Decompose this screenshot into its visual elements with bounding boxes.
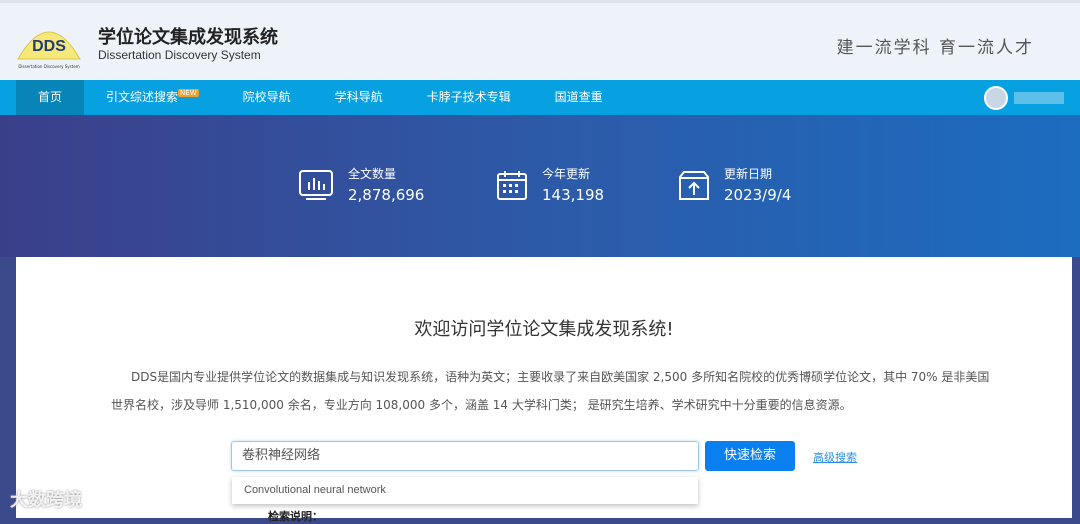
slogan: 建一流学科 育一流人才 xyxy=(836,38,1034,58)
description: DDS是国内专业提供学位论文的数据集成与知识发现系统，语种为英文；主要收录了来自… xyxy=(111,370,990,412)
bar-chart-icon xyxy=(299,169,333,200)
main-nav: 首页 引文综述搜索 NEW 院校导航 学科导航 卡脖子技术专辑 国道查重 xyxy=(0,80,1080,115)
new-badge: NEW xyxy=(178,89,199,97)
stat-value: 2,878,696 xyxy=(348,186,425,204)
stat-this-year: 今年更新 143,198 xyxy=(496,165,604,204)
nav-plagiarism-check[interactable]: 国道查重 xyxy=(533,80,625,115)
user-menu[interactable] xyxy=(984,86,1064,110)
nav-schools[interactable]: 院校导航 xyxy=(221,80,313,115)
search-help-label: 检索说明： xyxy=(268,510,323,523)
watermark: 大数跨境 xyxy=(10,490,82,511)
upload-icon xyxy=(679,170,709,200)
calendar-icon xyxy=(497,170,527,200)
stat-value: 2023/9/4 xyxy=(724,186,792,204)
dds-logo[interactable]: DDS Dissertation Discovery System xyxy=(14,15,84,71)
avatar xyxy=(984,86,1008,110)
stat-update-date: 更新日期 2023/9/4 xyxy=(678,165,791,204)
site-subtitle: Dissertation Discovery System xyxy=(98,48,261,62)
nav-citation-search[interactable]: 引文综述搜索 NEW xyxy=(84,80,221,115)
suggestion-item[interactable]: Convolutional neural network xyxy=(232,477,698,504)
search-input[interactable]: 卷积神经网络 xyxy=(231,441,699,471)
nav-label: 引文综述搜索 xyxy=(106,90,179,104)
nav-home[interactable]: 首页 xyxy=(16,80,85,115)
svg-text:Dissertation Discovery System: Dissertation Discovery System xyxy=(18,64,79,69)
stats-banner: 全文数量 2,878,696 今年更新 143,198 更新日期 2023/9/4 xyxy=(0,115,1080,257)
advanced-search-link[interactable]: 高级搜索 xyxy=(813,449,857,465)
svg-text:DDS: DDS xyxy=(32,38,66,55)
stat-fulltext: 全文数量 2,878,696 xyxy=(298,165,424,204)
username-redacted xyxy=(1014,92,1064,104)
site-title: 学位论文集成发现系统 xyxy=(98,27,278,48)
stat-label: 今年更新 xyxy=(542,167,591,181)
welcome-heading: 欢迎访问学位论文集成发现系统! xyxy=(414,319,674,340)
main-card: 欢迎访问学位论文集成发现系统! DDS是国内专业提供学位论文的数据集成与知识发现… xyxy=(16,257,1072,523)
stat-label: 全文数量 xyxy=(348,167,397,181)
nav-subjects[interactable]: 学科导航 xyxy=(313,80,405,115)
quick-search-button[interactable]: 快速检索 xyxy=(705,441,795,471)
nav-key-tech[interactable]: 卡脖子技术专辑 xyxy=(405,80,533,115)
stat-value: 143,198 xyxy=(542,186,605,204)
stat-label: 更新日期 xyxy=(724,167,773,181)
header: DDS Dissertation Discovery System 学位论文集成发… xyxy=(0,0,1080,80)
